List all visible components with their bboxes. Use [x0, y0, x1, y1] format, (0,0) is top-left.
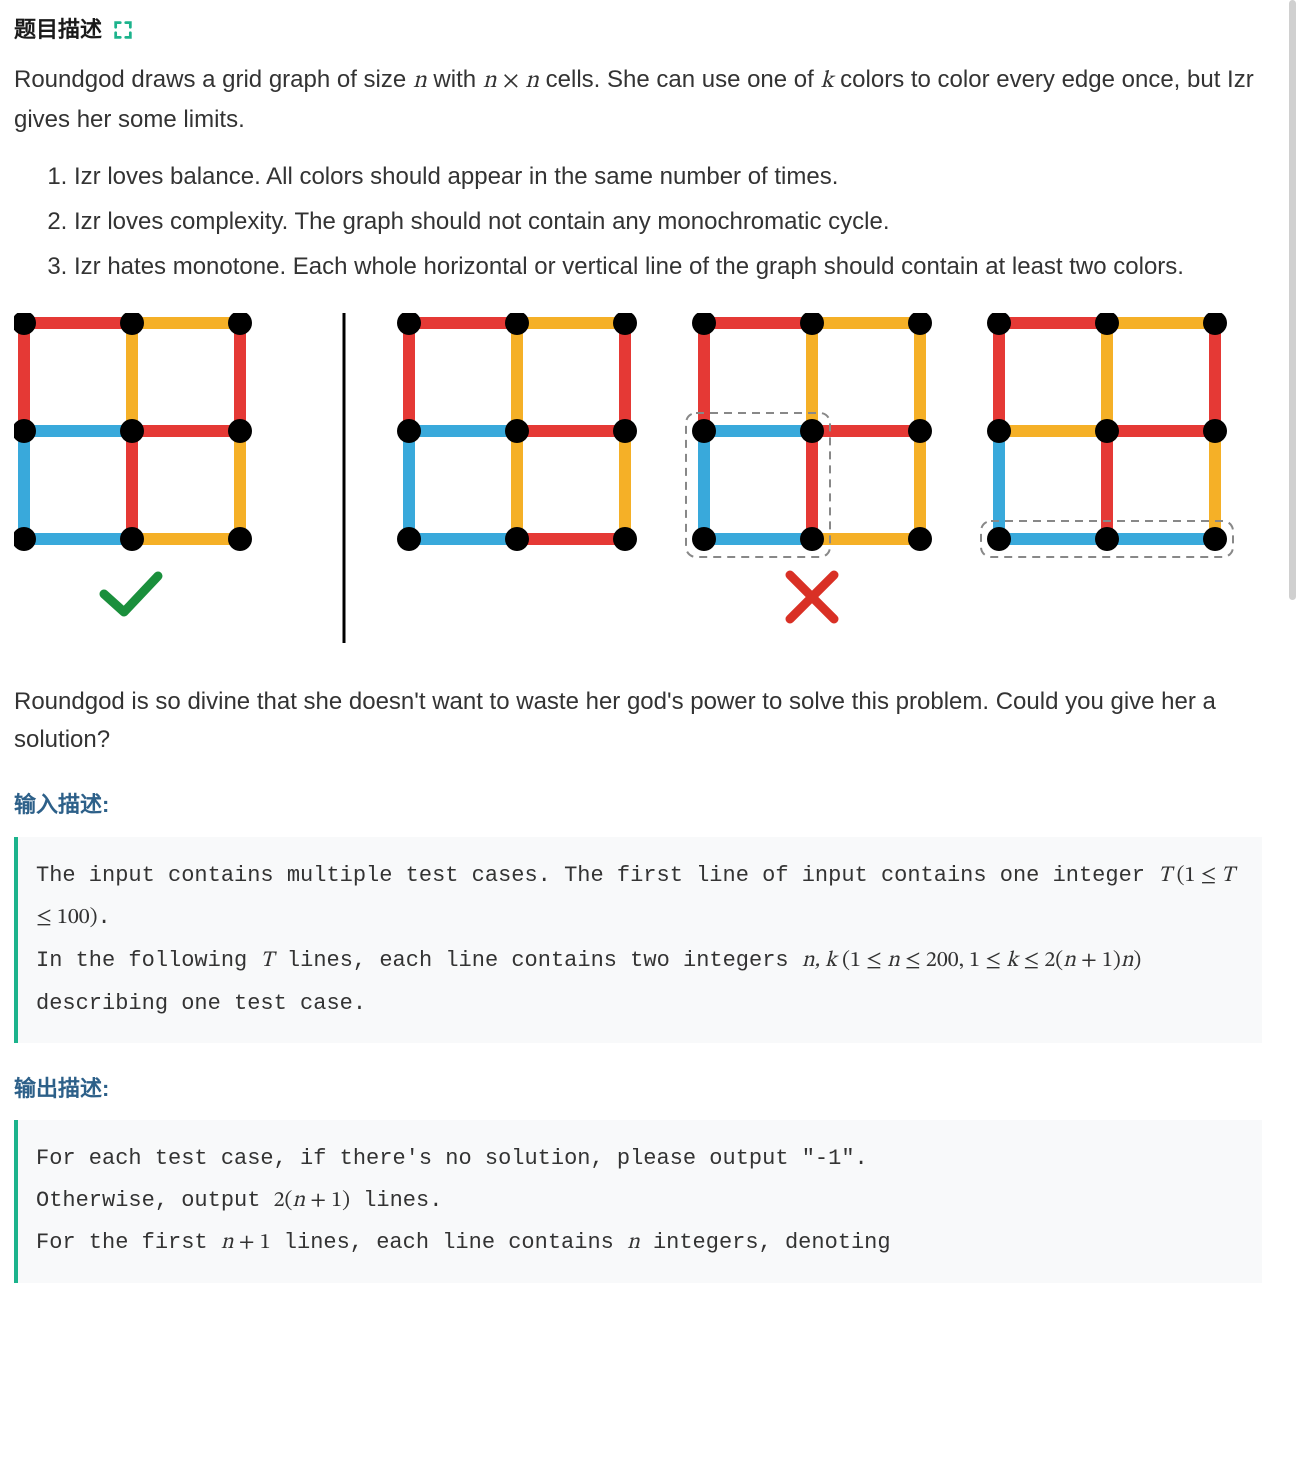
- intro-paragraph: Roundgod draws a grid graph of size n wi…: [14, 61, 1262, 139]
- text: Roundgod draws a grid graph of size: [14, 66, 413, 93]
- math-T2: T: [260, 950, 273, 972]
- math-n2: n: [627, 1232, 640, 1254]
- section-title: 题目描述: [14, 12, 1262, 47]
- math-k: k: [820, 69, 833, 93]
- code-line: For the first n + 1 lines, each line con…: [36, 1222, 1244, 1265]
- text: For the first: [36, 1230, 221, 1255]
- input-description: The input contains multiple test cases. …: [14, 837, 1262, 1043]
- scrollbar[interactable]: [1289, 0, 1296, 600]
- code-line: The input contains multiple test cases. …: [36, 855, 1244, 941]
- expand-icon[interactable]: [112, 19, 134, 41]
- math-n: n: [413, 69, 427, 93]
- text: .: [98, 905, 111, 930]
- outro-paragraph: Roundgod is so divine that she doesn't w…: [14, 683, 1262, 760]
- input-header: 输入描述:: [14, 787, 1262, 822]
- text: cells. She can use one of: [539, 66, 821, 93]
- math-nk: n, k (1 ≤ n ≤ 200, 1 ≤ k ≤ 2(n + 1)n): [802, 950, 1141, 972]
- text: describing one test case.: [36, 991, 366, 1016]
- output-header: 输出描述:: [14, 1071, 1262, 1106]
- text: lines, each line contains: [271, 1230, 627, 1255]
- text: Otherwise, output: [36, 1188, 274, 1213]
- code-line: In the following T lines, each line cont…: [36, 940, 1244, 1025]
- rule-item: Izr hates monotone. Each whole horizonta…: [74, 245, 1262, 288]
- output-description: For each test case, if there's no soluti…: [14, 1120, 1262, 1283]
- grid-graphs-svg: [14, 313, 1254, 653]
- math-n1: n + 1: [221, 1232, 271, 1254]
- rule-item: Izr loves complexity. The graph should n…: [74, 200, 1262, 243]
- text: integers, denoting: [640, 1230, 891, 1255]
- diagram-figure: [14, 313, 1262, 653]
- math-nxn: n × n: [483, 69, 539, 93]
- text: lines, each line contains two integers: [274, 948, 802, 973]
- text: lines.: [350, 1188, 442, 1213]
- text: In the following: [36, 948, 260, 973]
- section-title-text: 题目描述: [14, 12, 102, 47]
- rule-item: Izr loves balance. All colors should app…: [74, 155, 1262, 198]
- math-2n1: 2(n + 1): [274, 1190, 350, 1212]
- rules-list: Izr loves balance. All colors should app…: [14, 155, 1262, 289]
- code-line: For each test case, if there's no soluti…: [36, 1138, 1244, 1180]
- code-line: Otherwise, output 2(n + 1) lines.: [36, 1180, 1244, 1223]
- text: with: [427, 66, 483, 93]
- text: The input contains multiple test cases. …: [36, 863, 1158, 888]
